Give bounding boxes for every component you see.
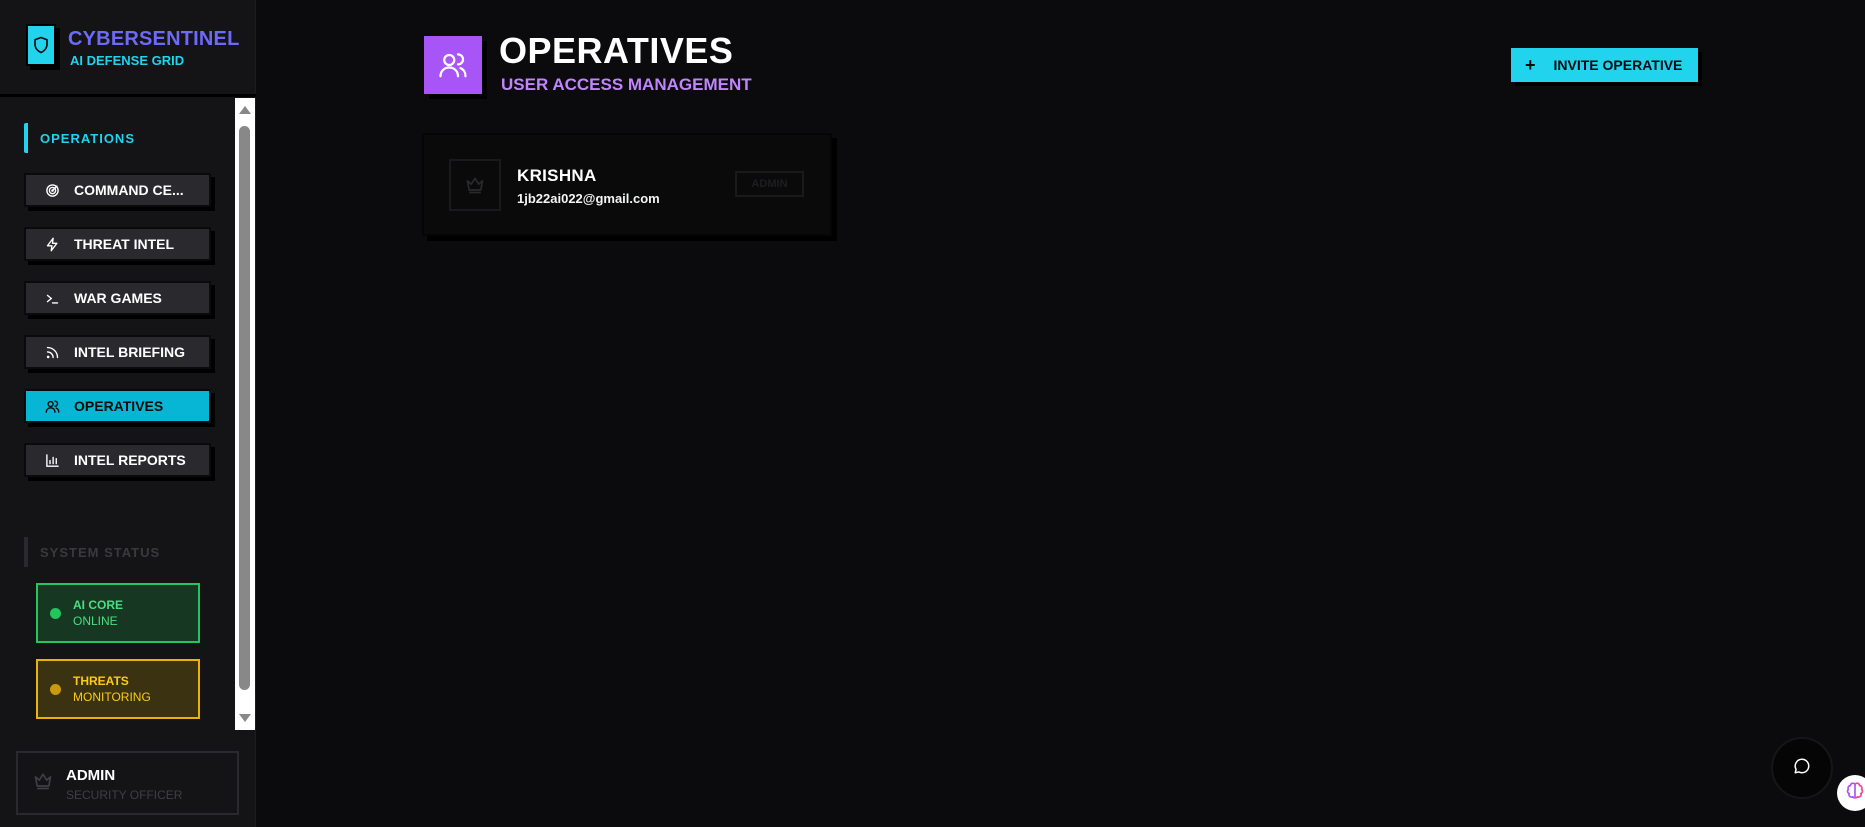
plus-icon: + (1525, 55, 1536, 75)
scroll-thumb[interactable] (239, 126, 250, 690)
chat-button[interactable] (1771, 737, 1833, 799)
status-card-threats: THREATS MONITORING (36, 659, 200, 719)
brand-title: CYBERSENTINEL (68, 28, 240, 50)
sidebar-scrollbar[interactable] (235, 98, 255, 730)
users-icon (44, 398, 60, 414)
page-subtitle: USER ACCESS MANAGEMENT (501, 75, 752, 94)
user-role: SECURITY OFFICER (66, 788, 183, 802)
sidebar-item-label: INTEL BRIEFING (74, 344, 185, 360)
scroll-down-arrow-icon[interactable] (239, 714, 251, 722)
status-dot (50, 607, 61, 619)
ai-assistant-button[interactable] (1837, 775, 1865, 811)
status-title: AI CORE (73, 598, 124, 612)
page-title: OPERATIVES (499, 30, 734, 71)
operative-name: KRISHNA (517, 166, 597, 185)
brand-header: CYBERSENTINEL AI DEFENSE GRID (0, 0, 256, 97)
sidebar-item-label: THREAT INTEL (74, 236, 175, 252)
zap-icon (44, 236, 60, 252)
chat-bubble-icon (1793, 757, 1811, 780)
scroll-up-arrow-icon[interactable] (239, 106, 251, 114)
user-profile[interactable]: ADMIN SECURITY OFFICER (16, 751, 239, 815)
sidebar-item-label: INTEL REPORTS (74, 452, 186, 468)
invite-operative-label: INVITE OPERATIVE (1553, 57, 1683, 73)
sidebar-item-label: OPERATIVES (74, 398, 164, 414)
sidebar: CYBERSENTINEL AI DEFENSE GRID OPERATIONS… (0, 0, 256, 827)
status-title: THREATS (73, 674, 129, 688)
operative-email: 1jb22ai022@gmail.com (517, 191, 660, 206)
crown-icon (449, 159, 501, 211)
role-badge: ADMIN (735, 171, 804, 197)
sidebar-item-intel-reports[interactable]: INTEL REPORTS (24, 443, 211, 477)
sidebar-item-operatives[interactable]: OPERATIVES (24, 389, 211, 423)
terminal-icon (44, 290, 60, 306)
brand-subtitle: AI DEFENSE GRID (70, 53, 185, 68)
sidebar-item-intel-briefing[interactable]: INTEL BRIEFING (24, 335, 211, 369)
sidebar-item-label: COMMAND CE... (74, 182, 184, 198)
bar-chart-icon (44, 452, 60, 468)
crown-icon (32, 771, 54, 796)
status-value: MONITORING (73, 690, 151, 704)
status-value: ONLINE (73, 614, 118, 628)
brain-icon (1845, 781, 1865, 806)
status-dot (50, 683, 61, 695)
user-name: ADMIN (66, 767, 116, 784)
sidebar-item-label: WAR GAMES (74, 290, 162, 306)
users-icon (424, 36, 482, 94)
sidebar-item-threat-intel[interactable]: THREAT INTEL (24, 227, 211, 261)
sidebar-item-command-center[interactable]: COMMAND CE... (24, 173, 211, 207)
operations-section-label: OPERATIONS (24, 123, 135, 153)
status-card-ai-core: AI CORE ONLINE (36, 583, 200, 643)
rss-icon (44, 344, 60, 360)
invite-operative-button[interactable]: + INVITE OPERATIVE (1511, 48, 1698, 82)
sidebar-item-war-games[interactable]: WAR GAMES (24, 281, 211, 315)
radar-icon (44, 182, 60, 198)
shield-icon (26, 24, 56, 66)
operative-card[interactable]: KRISHNA 1jb22ai022@gmail.com ADMIN (422, 133, 832, 236)
system-status-label: SYSTEM STATUS (24, 537, 160, 567)
